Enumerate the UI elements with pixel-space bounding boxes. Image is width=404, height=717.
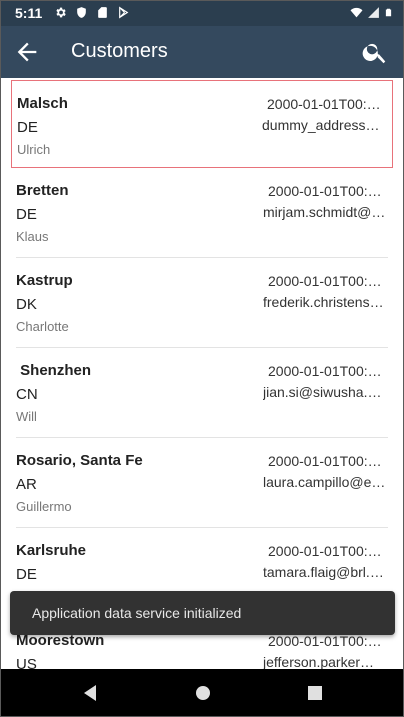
recents-square-icon[interactable] xyxy=(305,683,325,703)
sd-card-icon xyxy=(98,7,107,18)
status-icons-left xyxy=(54,6,130,19)
snackbar: Application data service initialized xyxy=(10,591,395,635)
customer-date: 2000-01-01T00:00:00 xyxy=(267,96,387,112)
customer-email: frederik.christensen@example.com xyxy=(263,294,388,310)
customer-country: AR xyxy=(16,476,37,493)
snackbar-message: Application data service initialized xyxy=(32,605,242,621)
customer-country: DK xyxy=(16,296,37,313)
customer-row[interactable]: Kastrup DK Charlotte 2000-01-01T00:00:00… xyxy=(16,258,388,348)
customer-row[interactable]: Shenzhen CN Will 2000-01-01T00:00:00 jia… xyxy=(16,348,388,438)
customer-row[interactable]: Rosario, Santa Fe AR Guillermo 2000-01-0… xyxy=(16,438,388,528)
app-bar: Customers xyxy=(1,26,403,78)
customer-city: Malsch xyxy=(17,95,68,112)
customer-country: CN xyxy=(16,386,38,403)
customer-city: Kastrup xyxy=(16,272,73,289)
customer-date: 2000-01-01T00:00:00 xyxy=(268,273,388,289)
customer-date: 2000-01-01T00:00:00 xyxy=(268,183,388,199)
customer-city: Karlsruhe xyxy=(16,542,87,559)
page-title: Customers xyxy=(71,40,168,62)
customer-row[interactable]: Bretten DE Klaus 2000-01-01T00:00:00 mir… xyxy=(16,168,388,258)
customer-email: dummy_address@example.com xyxy=(262,117,387,133)
customer-date: 2000-01-01T00:00:00 xyxy=(268,543,388,559)
nav-bar xyxy=(1,669,403,716)
customer-email: jefferson.parker@example.com xyxy=(263,654,388,670)
play-store-icon xyxy=(119,6,129,19)
customer-email: mirjam.schmidt@example.com xyxy=(263,204,388,220)
customer-email: laura.campillo@example.com xyxy=(263,474,388,490)
customer-name: Will xyxy=(16,409,37,424)
wifi-icon xyxy=(350,7,363,18)
customer-city: Shenzhen xyxy=(16,362,92,379)
customer-email: tamara.flaig@brl.example.com xyxy=(263,564,388,580)
customer-name: Klaus xyxy=(16,229,49,244)
back-triangle-icon[interactable] xyxy=(81,683,101,703)
status-bar: 5:11 xyxy=(1,1,403,26)
customer-name: Guillermo xyxy=(16,499,72,514)
customer-country: DE xyxy=(17,119,38,136)
customer-email: jian.si@siwusha.com xyxy=(263,384,388,400)
status-time: 5:11 xyxy=(15,5,43,21)
customer-date: 2000-01-01T00:00:00 xyxy=(268,633,388,649)
customer-date: 2000-01-01T00:00:00 xyxy=(268,453,388,469)
back-arrow-icon[interactable] xyxy=(13,38,41,66)
customer-row[interactable]: Malsch DE Ulrich 2000-01-01T00:00:00 dum… xyxy=(11,80,393,168)
home-circle-icon[interactable] xyxy=(193,683,213,703)
search-icon[interactable] xyxy=(361,38,389,66)
device-screen: 5:11 Customers Malsch DE Ulrich 2000-01-… xyxy=(0,0,404,717)
shield-icon xyxy=(77,7,86,18)
signal-icon xyxy=(368,7,379,18)
customer-country: DE xyxy=(16,566,37,583)
customer-city: Rosario, Santa Fe xyxy=(16,452,143,469)
gear-icon xyxy=(56,7,66,18)
customer-date: 2000-01-01T00:00:00 xyxy=(268,363,388,379)
customer-name: Charlotte xyxy=(16,319,69,334)
customer-name: Ulrich xyxy=(17,142,51,157)
customer-country: DE xyxy=(16,206,37,223)
customer-city: Bretten xyxy=(16,182,69,199)
battery-icon xyxy=(385,8,392,17)
status-icons-right xyxy=(350,6,393,19)
